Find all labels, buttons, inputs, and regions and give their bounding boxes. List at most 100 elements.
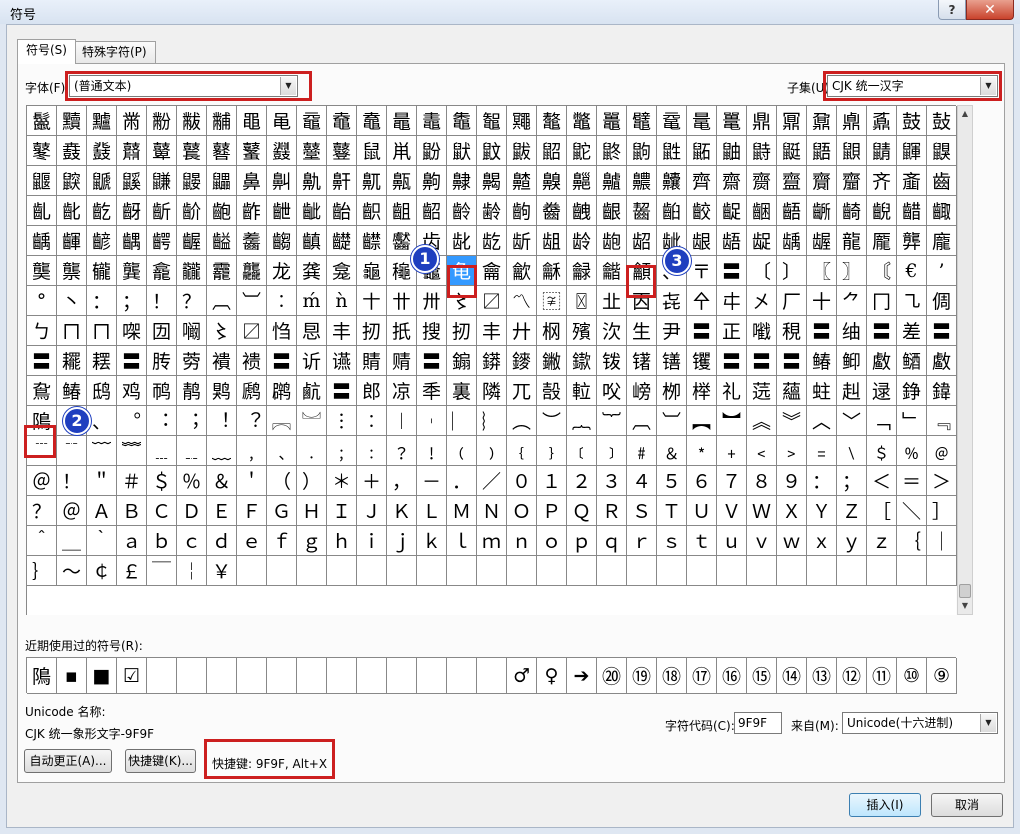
symbol-cell[interactable]: ︺: [237, 286, 267, 316]
symbol-cell[interactable]: 扨: [447, 316, 477, 346]
subset-dropdown[interactable]: CJK 统一汉字 ▼: [827, 75, 998, 97]
symbol-cell[interactable]: 龍: [837, 226, 867, 256]
symbol-cell[interactable]: ﹨: [837, 436, 867, 466]
symbol-cell[interactable]: 鼔: [927, 106, 957, 136]
symbol-cell[interactable]: 鼏: [777, 106, 807, 136]
symbol-cell[interactable]: 〓: [717, 346, 747, 376]
symbol-cell[interactable]: 鼓: [897, 106, 927, 136]
symbol-cell[interactable]: 黸: [87, 106, 117, 136]
symbol-cell[interactable]: 黷: [57, 106, 87, 136]
symbol-cell[interactable]: 龒: [57, 256, 87, 286]
symbol-cell[interactable]: 㤘: [267, 316, 297, 346]
symbol-cell[interactable]: Ｇ: [267, 496, 297, 526]
symbol-cell[interactable]: ︳: [447, 406, 477, 436]
symbol-cell[interactable]: 扺: [387, 316, 417, 346]
symbol-cell[interactable]: [897, 556, 927, 586]
symbol-cell[interactable]: ﹌: [117, 436, 147, 466]
symbol-cell[interactable]: 齡: [447, 196, 477, 226]
symbol-cell[interactable]: 齘: [177, 196, 207, 226]
symbol-cell[interactable]: 齬: [777, 196, 807, 226]
symbol-cell[interactable]: 齔: [57, 196, 87, 226]
symbol-cell[interactable]: ；: [117, 286, 147, 316]
symbol-cell[interactable]: 鼄: [447, 106, 477, 136]
symbol-cell[interactable]: ，: [387, 466, 417, 496]
symbol-cell[interactable]: Ｊ: [357, 496, 387, 526]
symbol-cell[interactable]: ḿ: [297, 286, 327, 316]
symbol-cell[interactable]: 齲: [27, 226, 57, 256]
insert-button[interactable]: 插入(I): [849, 793, 921, 817]
symbol-cell[interactable]: ～: [57, 556, 87, 586]
symbol-cell[interactable]: ｂ: [147, 526, 177, 556]
symbol-cell[interactable]: 鼊: [627, 106, 657, 136]
symbol-cell[interactable]: 齳: [57, 226, 87, 256]
recent-symbol-cell[interactable]: ⑫: [837, 658, 867, 694]
recent-symbol-cell[interactable]: [237, 658, 267, 694]
symbol-cell[interactable]: 齹: [237, 226, 267, 256]
symbol-cell[interactable]: 䴙: [267, 376, 297, 406]
symbol-cell[interactable]: Ｒ: [597, 496, 627, 526]
symbol-cell[interactable]: 鼱: [867, 136, 897, 166]
symbol-cell[interactable]: [417, 556, 447, 586]
symbol-cell[interactable]: 龔: [117, 256, 147, 286]
symbol-cell[interactable]: ）: [297, 466, 327, 496]
symbol-cell[interactable]: [537, 556, 567, 586]
symbol-cell[interactable]: 冂: [867, 286, 897, 316]
symbol-cell[interactable]: ＼: [897, 496, 927, 526]
symbol-cell[interactable]: ａ: [117, 526, 147, 556]
symbol-cell[interactable]: 龓: [87, 256, 117, 286]
symbol-cell[interactable]: 〓: [327, 376, 357, 406]
symbol-cell[interactable]: 齗: [147, 196, 177, 226]
symbol-cell[interactable]: 齺: [267, 226, 297, 256]
symbol-cell[interactable]: 䝼: [357, 346, 387, 376]
symbol-cell[interactable]: Ｖ: [717, 496, 747, 526]
symbol-cell[interactable]: 䓖: [177, 346, 207, 376]
symbol-cell[interactable]: 䓕: [747, 376, 777, 406]
symbol-cell[interactable]: ９: [777, 466, 807, 496]
symbol-cell[interactable]: 䜣: [297, 346, 327, 376]
symbol-cell[interactable]: 齛: [267, 196, 297, 226]
symbol-cell[interactable]: ｃ: [177, 526, 207, 556]
symbol-cell[interactable]: 〓: [807, 316, 837, 346]
symbol-cell[interactable]: 鼻: [237, 166, 267, 196]
symbol-cell[interactable]: 䲠: [807, 346, 837, 376]
symbol-cell[interactable]: 齉: [657, 166, 687, 196]
symbol-cell[interactable]: 鼠: [357, 136, 387, 166]
symbol-cell[interactable]: 齊: [687, 166, 717, 196]
symbol-cell[interactable]: 隝: [27, 406, 57, 436]
symbol-cell[interactable]: 䥗: [567, 346, 597, 376]
symbol-cell[interactable]: ︸: [597, 406, 627, 436]
symbol-cell[interactable]: 齀: [387, 166, 417, 196]
symbol-cell[interactable]: ﹍: [147, 436, 177, 466]
recent-symbol-cell[interactable]: ♂: [507, 658, 537, 694]
symbol-cell[interactable]: 鼒: [867, 106, 897, 136]
symbol-cell[interactable]: ︼: [717, 406, 747, 436]
symbol-cell[interactable]: ﹟: [627, 436, 657, 466]
symbol-cell[interactable]: 齅: [537, 166, 567, 196]
recent-symbol-cell[interactable]: ⑭: [777, 658, 807, 694]
symbol-cell[interactable]: [477, 556, 507, 586]
symbol-cell[interactable]: ︷: [567, 406, 597, 436]
symbol-cell[interactable]: 鸡: [117, 376, 147, 406]
symbol-cell[interactable]: 㤙: [297, 316, 327, 346]
symbol-cell[interactable]: 鼜: [237, 136, 267, 166]
symbol-cell[interactable]: 㭎: [537, 316, 567, 346]
symbol-cell[interactable]: ｌ: [447, 526, 477, 556]
recent-symbol-cell[interactable]: [177, 658, 207, 694]
symbol-cell[interactable]: 䴚: [297, 376, 327, 406]
symbol-cell[interactable]: ︰: [267, 286, 297, 316]
symbol-cell[interactable]: 齓: [27, 196, 57, 226]
symbol-cell[interactable]: ｓ: [657, 526, 687, 556]
symbol-cell[interactable]: ＿: [57, 526, 87, 556]
symbol-cell[interactable]: [267, 556, 297, 586]
symbol-cell[interactable]: 䞍: [387, 346, 417, 376]
symbol-cell[interactable]: 齈: [627, 166, 657, 196]
symbol-cell[interactable]: 扨: [357, 316, 387, 346]
symbol-cell[interactable]: 鼇: [537, 106, 567, 136]
symbol-cell[interactable]: ﹃: [927, 406, 957, 436]
symbol-cell[interactable]: 〽: [507, 286, 537, 316]
symbol-cell[interactable]: 〓: [717, 256, 747, 286]
symbol-cell[interactable]: 鼝: [267, 136, 297, 166]
symbol-cell[interactable]: 龢: [537, 256, 567, 286]
symbol-cell[interactable]: 鼢: [417, 136, 447, 166]
symbol-cell[interactable]: －: [417, 466, 447, 496]
